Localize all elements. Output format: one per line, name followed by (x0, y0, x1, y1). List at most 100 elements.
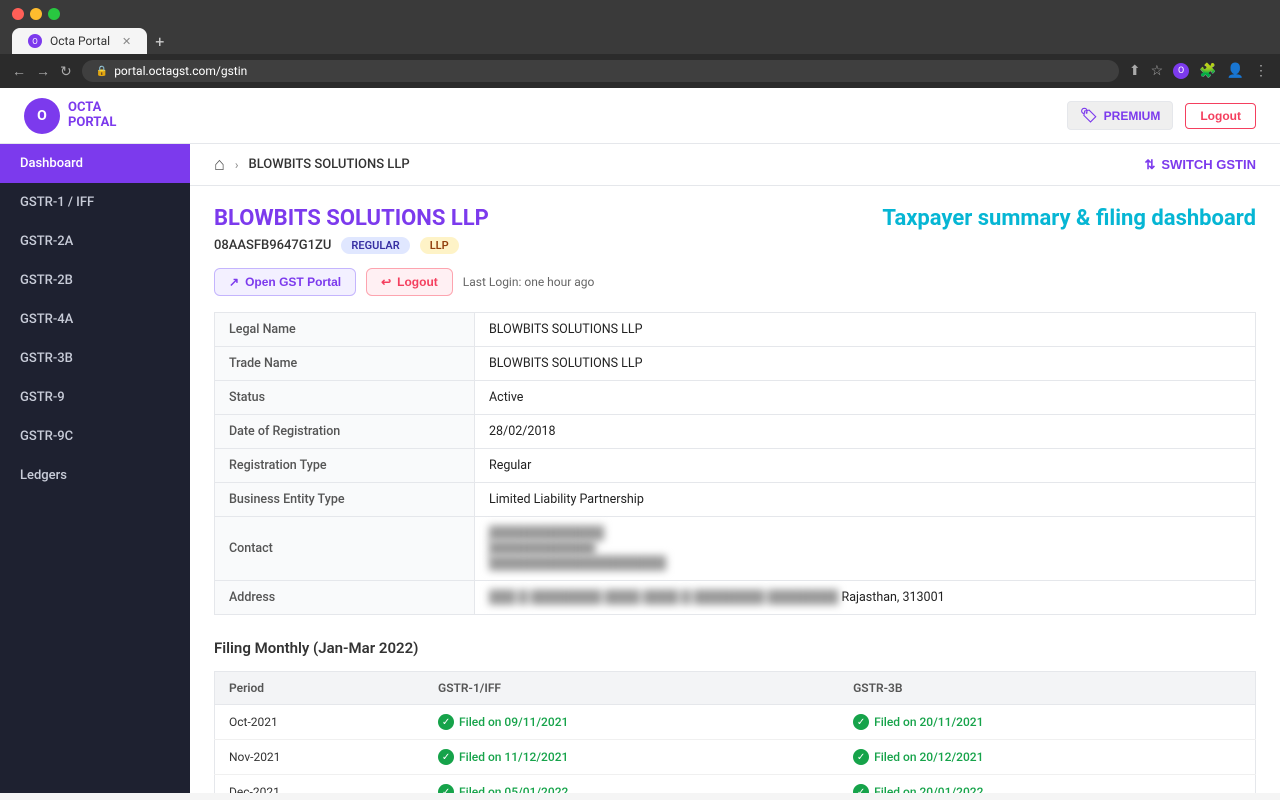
company-info: BLOWBITS SOLUTIONS LLP 08AASFB9647G1ZU R… (214, 206, 594, 296)
table-row: Date of Registration 28/02/2018 (215, 415, 1256, 449)
logout-label: Logout (397, 275, 438, 289)
external-link-icon: ↗ (229, 275, 239, 289)
sidebar-item-gstr9[interactable]: GSTR-9 (0, 378, 190, 417)
new-tab-button[interactable]: + (155, 32, 164, 51)
browser-back-button[interactable]: ← (12, 63, 26, 79)
window-minimize-dot[interactable] (30, 8, 42, 20)
table-row: Business Entity Type Limited Liability P… (215, 483, 1256, 517)
browser-tab[interactable]: O Octa Portal ✕ (12, 28, 147, 54)
value-address: ███ █ ████████ ████ ████ █ ████████ ████… (475, 581, 1256, 615)
address-blurred: ███ █ ████████ ████ ████ █ ████████ ████… (489, 590, 838, 605)
filing-section-title: Filing Monthly (Jan-Mar 2022) (214, 639, 1256, 657)
logo: O OCTA PORTAL (24, 98, 116, 134)
value-contact: █████████████ ████████████ █████████████… (475, 517, 1256, 581)
window-close-dot[interactable] (12, 8, 24, 20)
label-legal-name: Legal Name (215, 313, 475, 347)
sidebar-item-gstr3b[interactable]: GSTR-3B (0, 339, 190, 378)
lock-icon: 🔒 (96, 66, 108, 77)
home-icon[interactable]: ⌂ (214, 154, 225, 175)
switch-gstin-label: SWITCH GSTIN (1161, 157, 1256, 172)
share-icon[interactable]: ⬆ (1129, 63, 1141, 79)
label-trade-name: Trade Name (215, 347, 475, 381)
value-reg-type: Regular (475, 449, 1256, 483)
sidebar: Dashboard GSTR-1 / IFF GSTR-2A GSTR-2B G… (0, 144, 190, 793)
logo-icon: O (24, 98, 60, 134)
header-logout-button[interactable]: Logout (1185, 103, 1256, 129)
switch-gstin-button[interactable]: ⇅ SWITCH GSTIN (1144, 157, 1256, 173)
browser-forward-button[interactable]: → (36, 63, 50, 79)
filing-table-row: Dec-2021 ✓ Filed on 05/01/2022 ✓ Filed o… (215, 775, 1256, 794)
sidebar-item-gstr4a[interactable]: GSTR-4A (0, 300, 190, 339)
filing-period: Dec-2021 (215, 775, 425, 794)
badge-llp: LLP (420, 237, 459, 254)
check-icon: ✓ (438, 714, 454, 730)
filing-col-period: Period (215, 672, 425, 705)
extensions-icon[interactable]: 🧩 (1199, 63, 1216, 79)
filing-table: Period GSTR-1/IFF GSTR-3B Oct-2021 ✓ Fil… (214, 671, 1256, 793)
bookmark-icon[interactable]: ☆ (1151, 63, 1164, 79)
filing-gstr1-status: ✓ Filed on 05/01/2022 (424, 775, 839, 794)
main-content-area: ⌂ › BLOWBITS SOLUTIONS LLP ⇅ SWITCH GSTI… (190, 144, 1280, 793)
contact-alt: ████████████████████ (489, 556, 666, 571)
value-entity-type: Limited Liability Partnership (475, 483, 1256, 517)
window-maximize-dot[interactable] (48, 8, 60, 20)
open-portal-label: Open GST Portal (245, 275, 341, 289)
address-bar[interactable]: 🔒 portal.octagst.com/gstin (82, 60, 1119, 82)
check-icon: ✓ (853, 714, 869, 730)
filing-gstr1-status: ✓ Filed on 11/12/2021 (424, 740, 839, 775)
filing-period: Oct-2021 (215, 705, 425, 740)
badge-regular: REGULAR (341, 237, 409, 254)
premium-icon: 🏷 (1080, 107, 1098, 124)
open-gst-portal-button[interactable]: ↗ Open GST Portal (214, 268, 356, 296)
table-row: Status Active (215, 381, 1256, 415)
sidebar-item-ledgers[interactable]: Ledgers (0, 456, 190, 495)
contact-phone: █████████████ (489, 526, 604, 541)
label-status: Status (215, 381, 475, 415)
breadcrumb-separator: › (235, 158, 239, 172)
premium-button[interactable]: 🏷 PREMIUM (1067, 101, 1173, 130)
check-icon: ✓ (438, 749, 454, 765)
filing-table-row: Oct-2021 ✓ Filed on 09/11/2021 ✓ Filed o… (215, 705, 1256, 740)
company-logout-button[interactable]: ↩ Logout (366, 268, 453, 296)
tab-close-button[interactable]: ✕ (122, 35, 131, 48)
contact-email: ████████████ (489, 541, 595, 556)
sidebar-item-gstr2b[interactable]: GSTR-2B (0, 261, 190, 300)
sidebar-item-gstr9c[interactable]: GSTR-9C (0, 417, 190, 456)
logo-portal: PORTAL (68, 116, 116, 130)
check-icon: ✓ (438, 784, 454, 793)
breadcrumb-company: BLOWBITS SOLUTIONS LLP (248, 157, 409, 172)
action-row: ↗ Open GST Portal ↩ Logout Last Login: o… (214, 268, 594, 296)
page-title: Taxpayer summary & filing dashboard (614, 206, 1256, 231)
info-table: Legal Name BLOWBITS SOLUTIONS LLP Trade … (214, 312, 1256, 615)
logo-text: OCTA PORTAL (68, 101, 116, 130)
filing-gstr3b-status: ✓ Filed on 20/01/2022 (839, 775, 1255, 794)
logo-octa: OCTA (68, 101, 116, 115)
last-login-text: Last Login: one hour ago (463, 275, 595, 289)
check-icon: ✓ (853, 784, 869, 793)
header-actions: 🏷 PREMIUM Logout (1067, 101, 1256, 130)
table-row: Trade Name BLOWBITS SOLUTIONS LLP (215, 347, 1256, 381)
filing-table-row: Nov-2021 ✓ Filed on 11/12/2021 ✓ Filed o… (215, 740, 1256, 775)
browser-reload-button[interactable]: ↻ (60, 63, 72, 80)
label-entity-type: Business Entity Type (215, 483, 475, 517)
filing-gstr3b-status: ✓ Filed on 20/12/2021 (839, 740, 1255, 775)
table-row: Address ███ █ ████████ ████ ████ █ █████… (215, 581, 1256, 615)
sidebar-item-gstr1[interactable]: GSTR-1 / IFF (0, 183, 190, 222)
menu-icon[interactable]: ⋮ (1254, 63, 1268, 79)
extension-icon-octa[interactable]: O (1173, 63, 1189, 79)
table-row: Contact █████████████ ████████████ █████… (215, 517, 1256, 581)
label-reg-type: Registration Type (215, 449, 475, 483)
app-header: O OCTA PORTAL 🏷 PREMIUM Logout (0, 88, 1280, 144)
table-row: Registration Type Regular (215, 449, 1256, 483)
label-contact: Contact (215, 517, 475, 581)
sidebar-item-dashboard[interactable]: Dashboard (0, 144, 190, 183)
profile-icon[interactable]: 👤 (1227, 63, 1244, 79)
filing-col-gstr3b: GSTR-3B (839, 672, 1255, 705)
value-legal-name: BLOWBITS SOLUTIONS LLP (475, 313, 1256, 347)
tab-favicon: O (28, 34, 42, 48)
logout-icon: ↩ (381, 275, 391, 289)
check-icon: ✓ (853, 749, 869, 765)
sidebar-item-gstr2a[interactable]: GSTR-2A (0, 222, 190, 261)
filing-gstr3b-status: ✓ Filed on 20/11/2021 (839, 705, 1255, 740)
value-trade-name: BLOWBITS SOLUTIONS LLP (475, 347, 1256, 381)
